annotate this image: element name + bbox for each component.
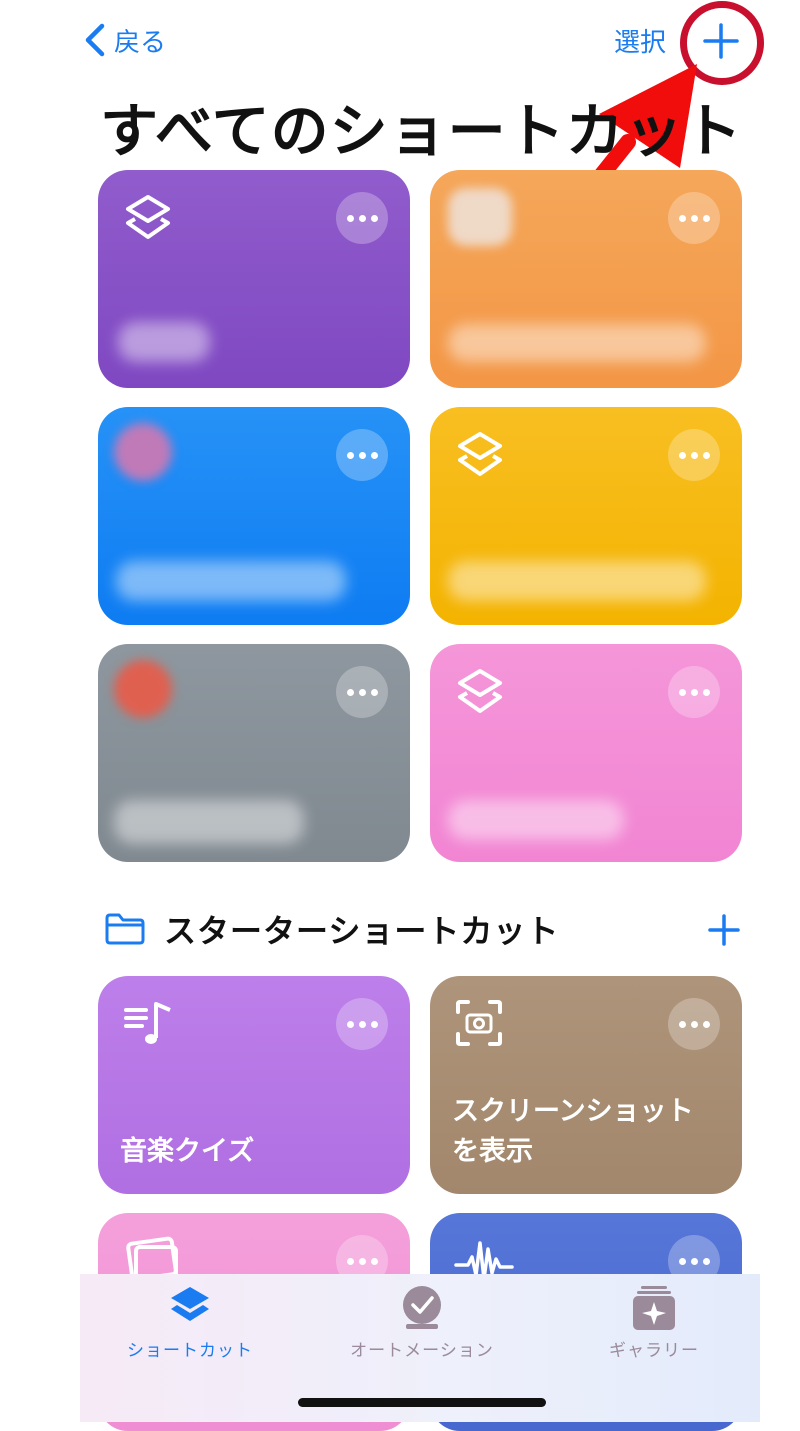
blurred-shortcut-name <box>448 800 624 840</box>
blurred-shortcut-name <box>448 324 706 362</box>
starter-card-show-screenshots[interactable]: スクリーンショットを表示 <box>430 976 742 1194</box>
shortcut-card-3[interactable] <box>98 407 410 625</box>
shortcut-card-5[interactable] <box>98 644 410 862</box>
more-options-button[interactable] <box>336 192 388 244</box>
more-options-button[interactable] <box>336 429 388 481</box>
add-shortcut-icon[interactable] <box>697 17 745 65</box>
more-options-button[interactable] <box>336 998 388 1050</box>
folder-icon <box>105 913 145 945</box>
more-options-button[interactable] <box>668 666 720 718</box>
shortcut-card-6[interactable] <box>430 644 742 862</box>
stack-icon <box>171 1287 209 1321</box>
blurred-app-icon <box>114 660 172 718</box>
blurred-shortcut-name <box>116 561 346 601</box>
starter-card-music-quiz[interactable]: 音楽クイズ <box>98 976 410 1194</box>
blurred-shortcut-name <box>448 561 706 601</box>
tab-label: オートメーション <box>350 1341 494 1361</box>
tab-shortcuts[interactable]: ショートカット <box>80 1274 300 1374</box>
shortcut-card-1[interactable] <box>98 170 410 388</box>
tab-automation[interactable]: オートメーション <box>312 1274 532 1374</box>
blurred-shortcut-name <box>114 800 304 844</box>
music-list-icon <box>124 1002 171 1044</box>
tab-label: ギャラリー <box>609 1341 699 1361</box>
more-options-button[interactable] <box>336 666 388 718</box>
more-options-button[interactable] <box>668 998 720 1050</box>
shortcut-card-2[interactable] <box>430 170 742 388</box>
starter-card-label: スクリーンショットを表示 <box>452 1096 694 1167</box>
back-button[interactable]: 戻る <box>84 20 166 60</box>
back-label: 戻る <box>114 27 167 58</box>
layers-icon <box>126 195 170 239</box>
section-title: スターターショートカット <box>164 912 560 950</box>
page-title: すべてのショートカット <box>100 97 743 165</box>
tab-gallery[interactable]: ギャラリー <box>544 1274 764 1374</box>
add-starter-icon[interactable] <box>704 910 744 950</box>
more-options-button[interactable] <box>668 192 720 244</box>
starter-card-label: 音楽クイズ <box>120 1136 255 1167</box>
clock-check-icon <box>403 1286 441 1329</box>
screenshot-camera-icon <box>456 1000 502 1046</box>
select-button[interactable]: 選択 <box>614 22 666 59</box>
shortcut-card-4[interactable] <box>430 407 742 625</box>
tab-label: ショートカット <box>127 1341 253 1361</box>
more-options-button[interactable] <box>668 429 720 481</box>
layers-icon <box>458 669 502 713</box>
blurred-shortcut-name <box>118 322 210 362</box>
home-indicator <box>298 1398 546 1407</box>
starter-section-header: スターターショートカット <box>104 904 559 954</box>
layers-icon <box>458 432 502 476</box>
gallery-sparkle-icon <box>633 1286 675 1330</box>
blurred-app-icon <box>114 423 172 481</box>
chevron-left-icon <box>85 23 105 57</box>
blurred-app-icon <box>448 188 512 246</box>
